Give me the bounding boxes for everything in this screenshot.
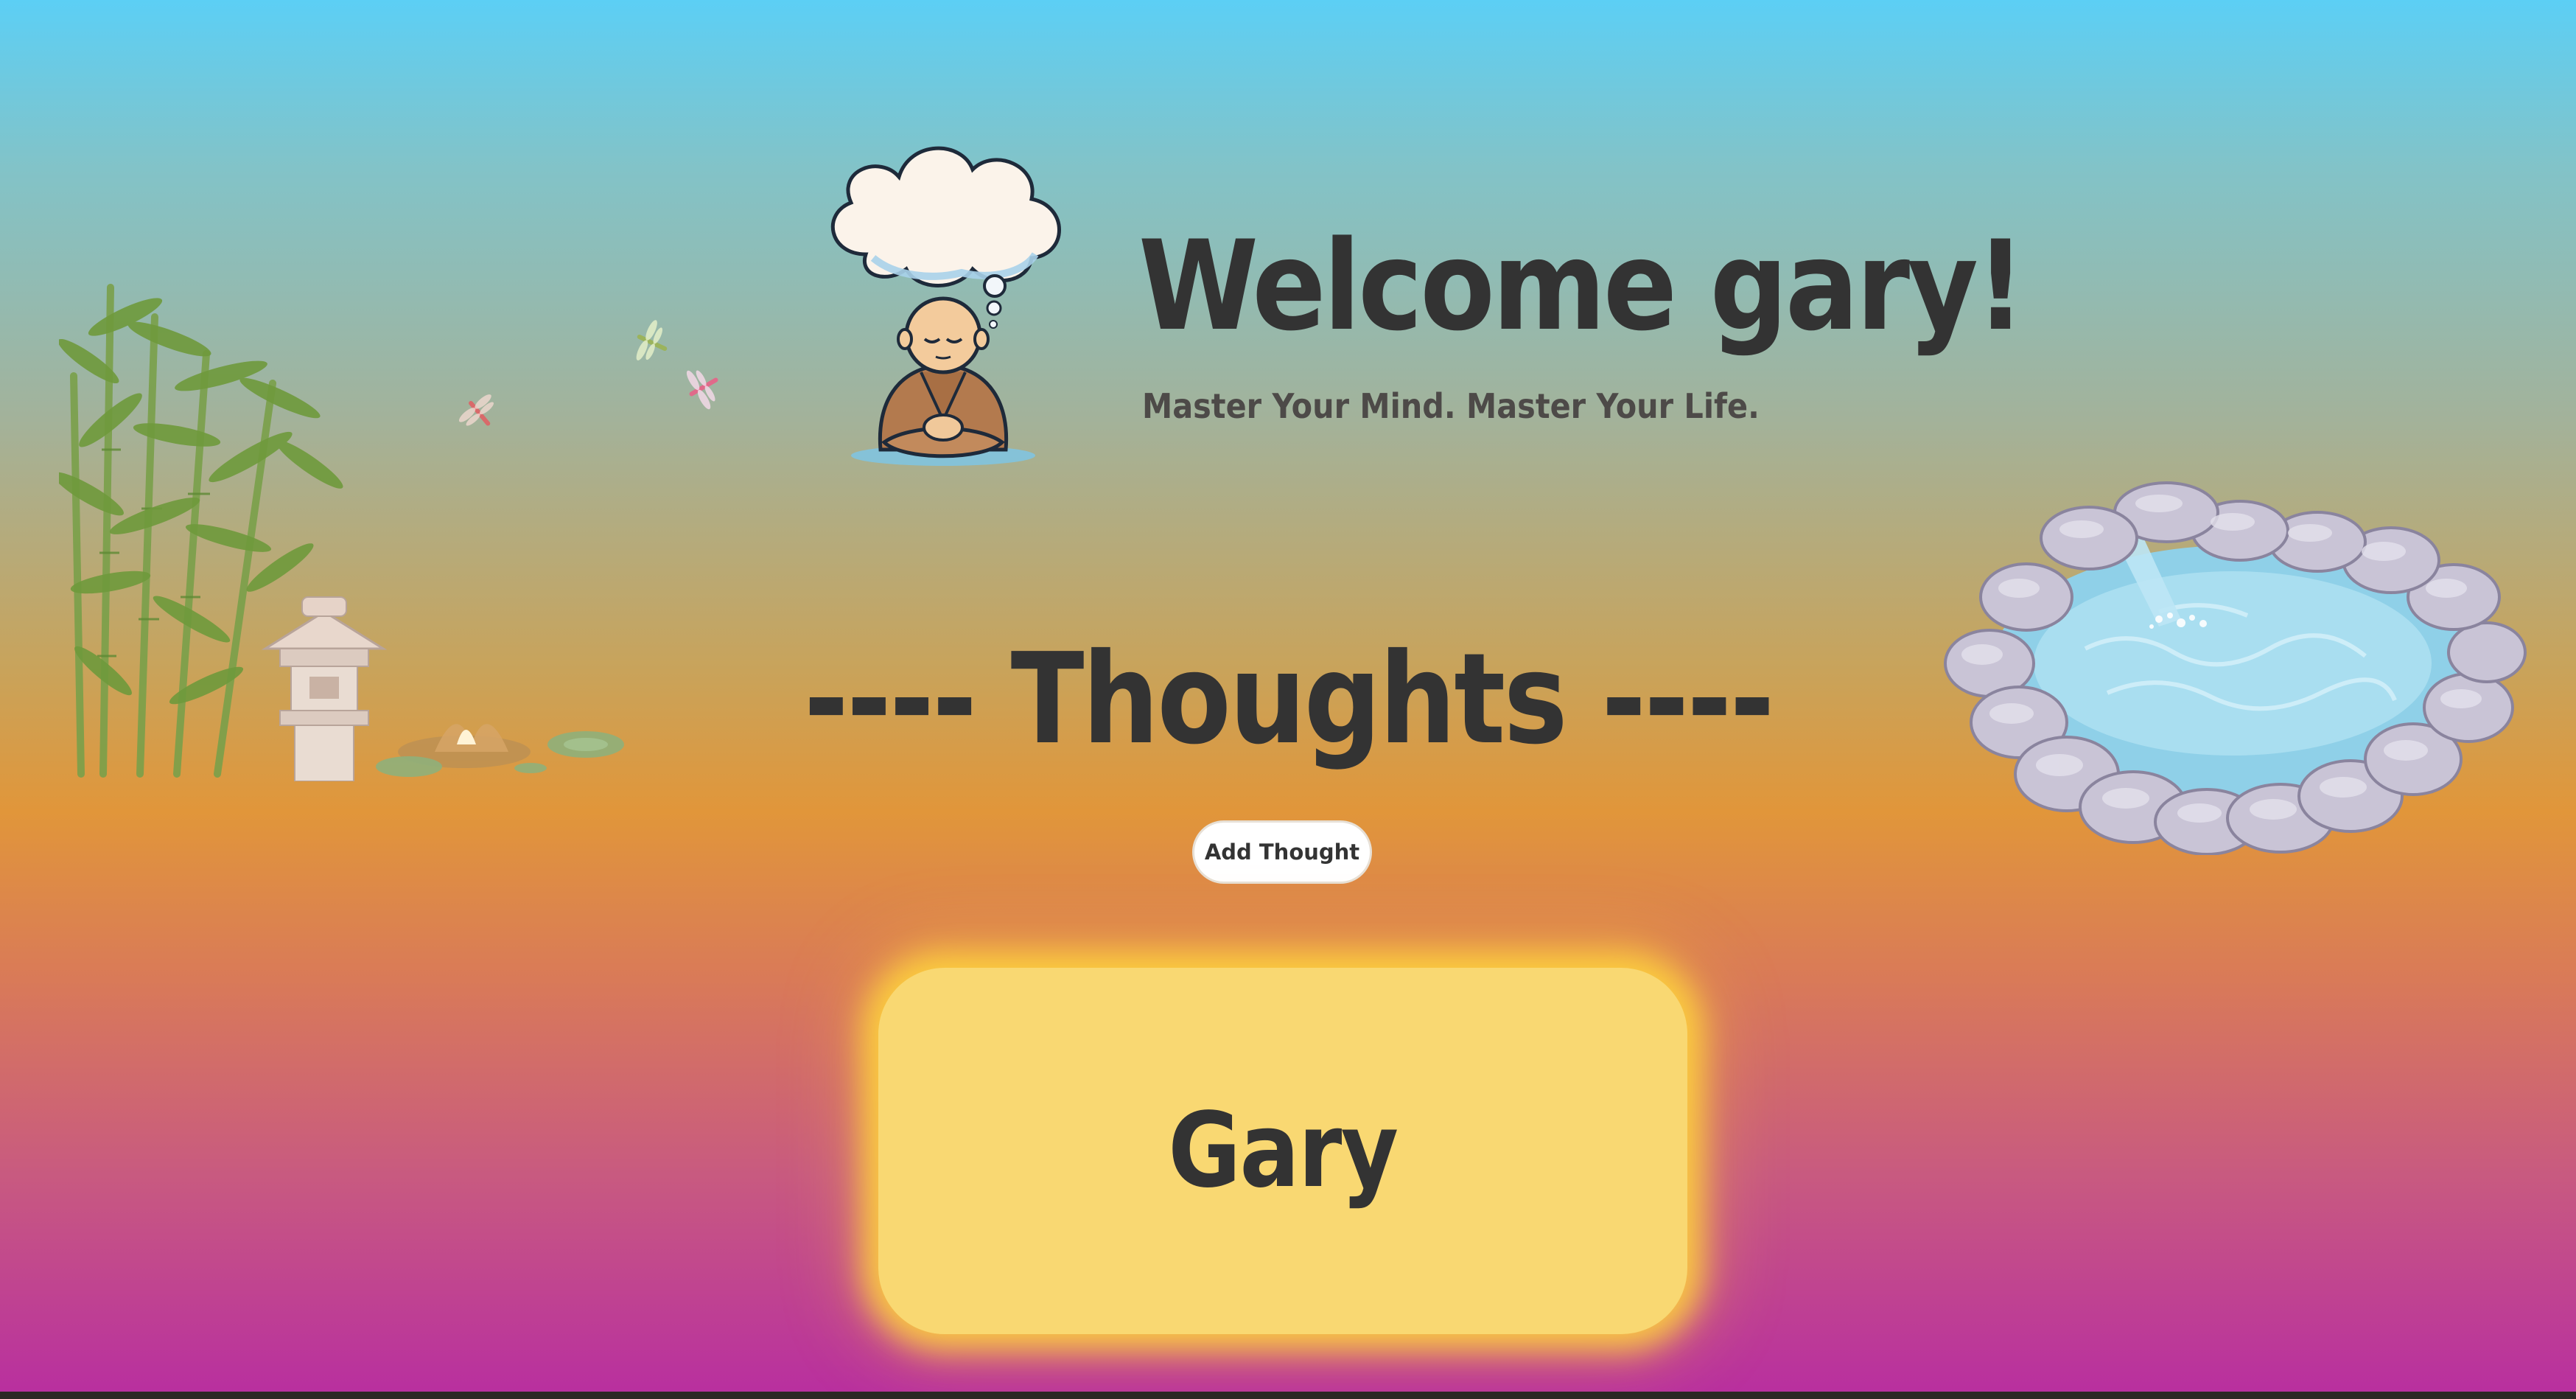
thoughts-heading-text: ---- Thoughts ---- [803, 627, 1774, 772]
bottom-edge-strip [0, 1392, 2576, 1399]
thoughts-heading: ---- Thoughts ---- [0, 627, 2576, 772]
meditating-monk-illustration [830, 146, 1061, 466]
thought-card[interactable]: Gary [878, 968, 1687, 1334]
dragonflies-illustration [458, 320, 718, 426]
thought-card-title: Gary [1168, 1091, 1399, 1211]
add-thought-button[interactable]: Add Thought [1192, 820, 1372, 884]
tagline: Master Your Mind. Master Your Life. [1142, 386, 1760, 426]
welcome-title: Welcome gary! [1138, 214, 2026, 358]
